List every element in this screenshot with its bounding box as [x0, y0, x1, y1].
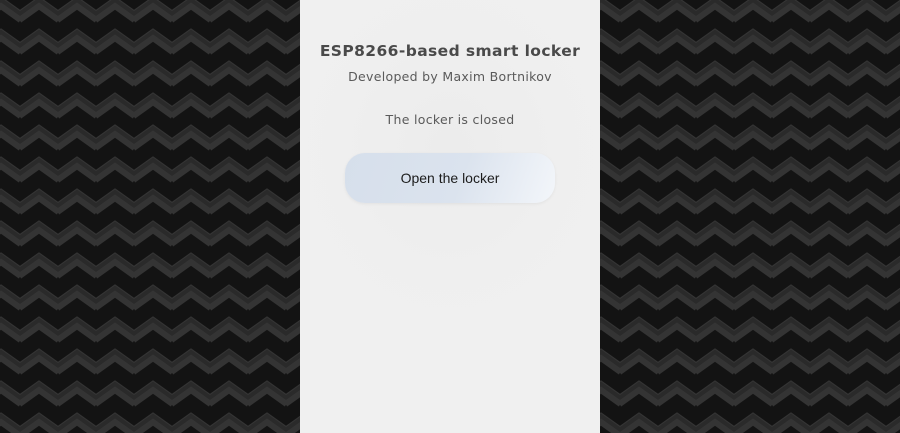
right-background-pattern	[600, 0, 900, 433]
zigzag-pattern-left	[0, 0, 300, 433]
locker-status-text: The locker is closed	[385, 112, 515, 127]
open-locker-button[interactable]: Open the locker	[345, 153, 555, 203]
left-background-pattern	[0, 0, 300, 433]
zigzag-pattern-right	[600, 0, 900, 433]
locker-panel: ESP8266-based smart locker Developed by …	[300, 0, 600, 433]
author-credit: Developed by Maxim Bortnikov	[348, 69, 552, 84]
page-title: ESP8266-based smart locker	[319, 42, 581, 60]
